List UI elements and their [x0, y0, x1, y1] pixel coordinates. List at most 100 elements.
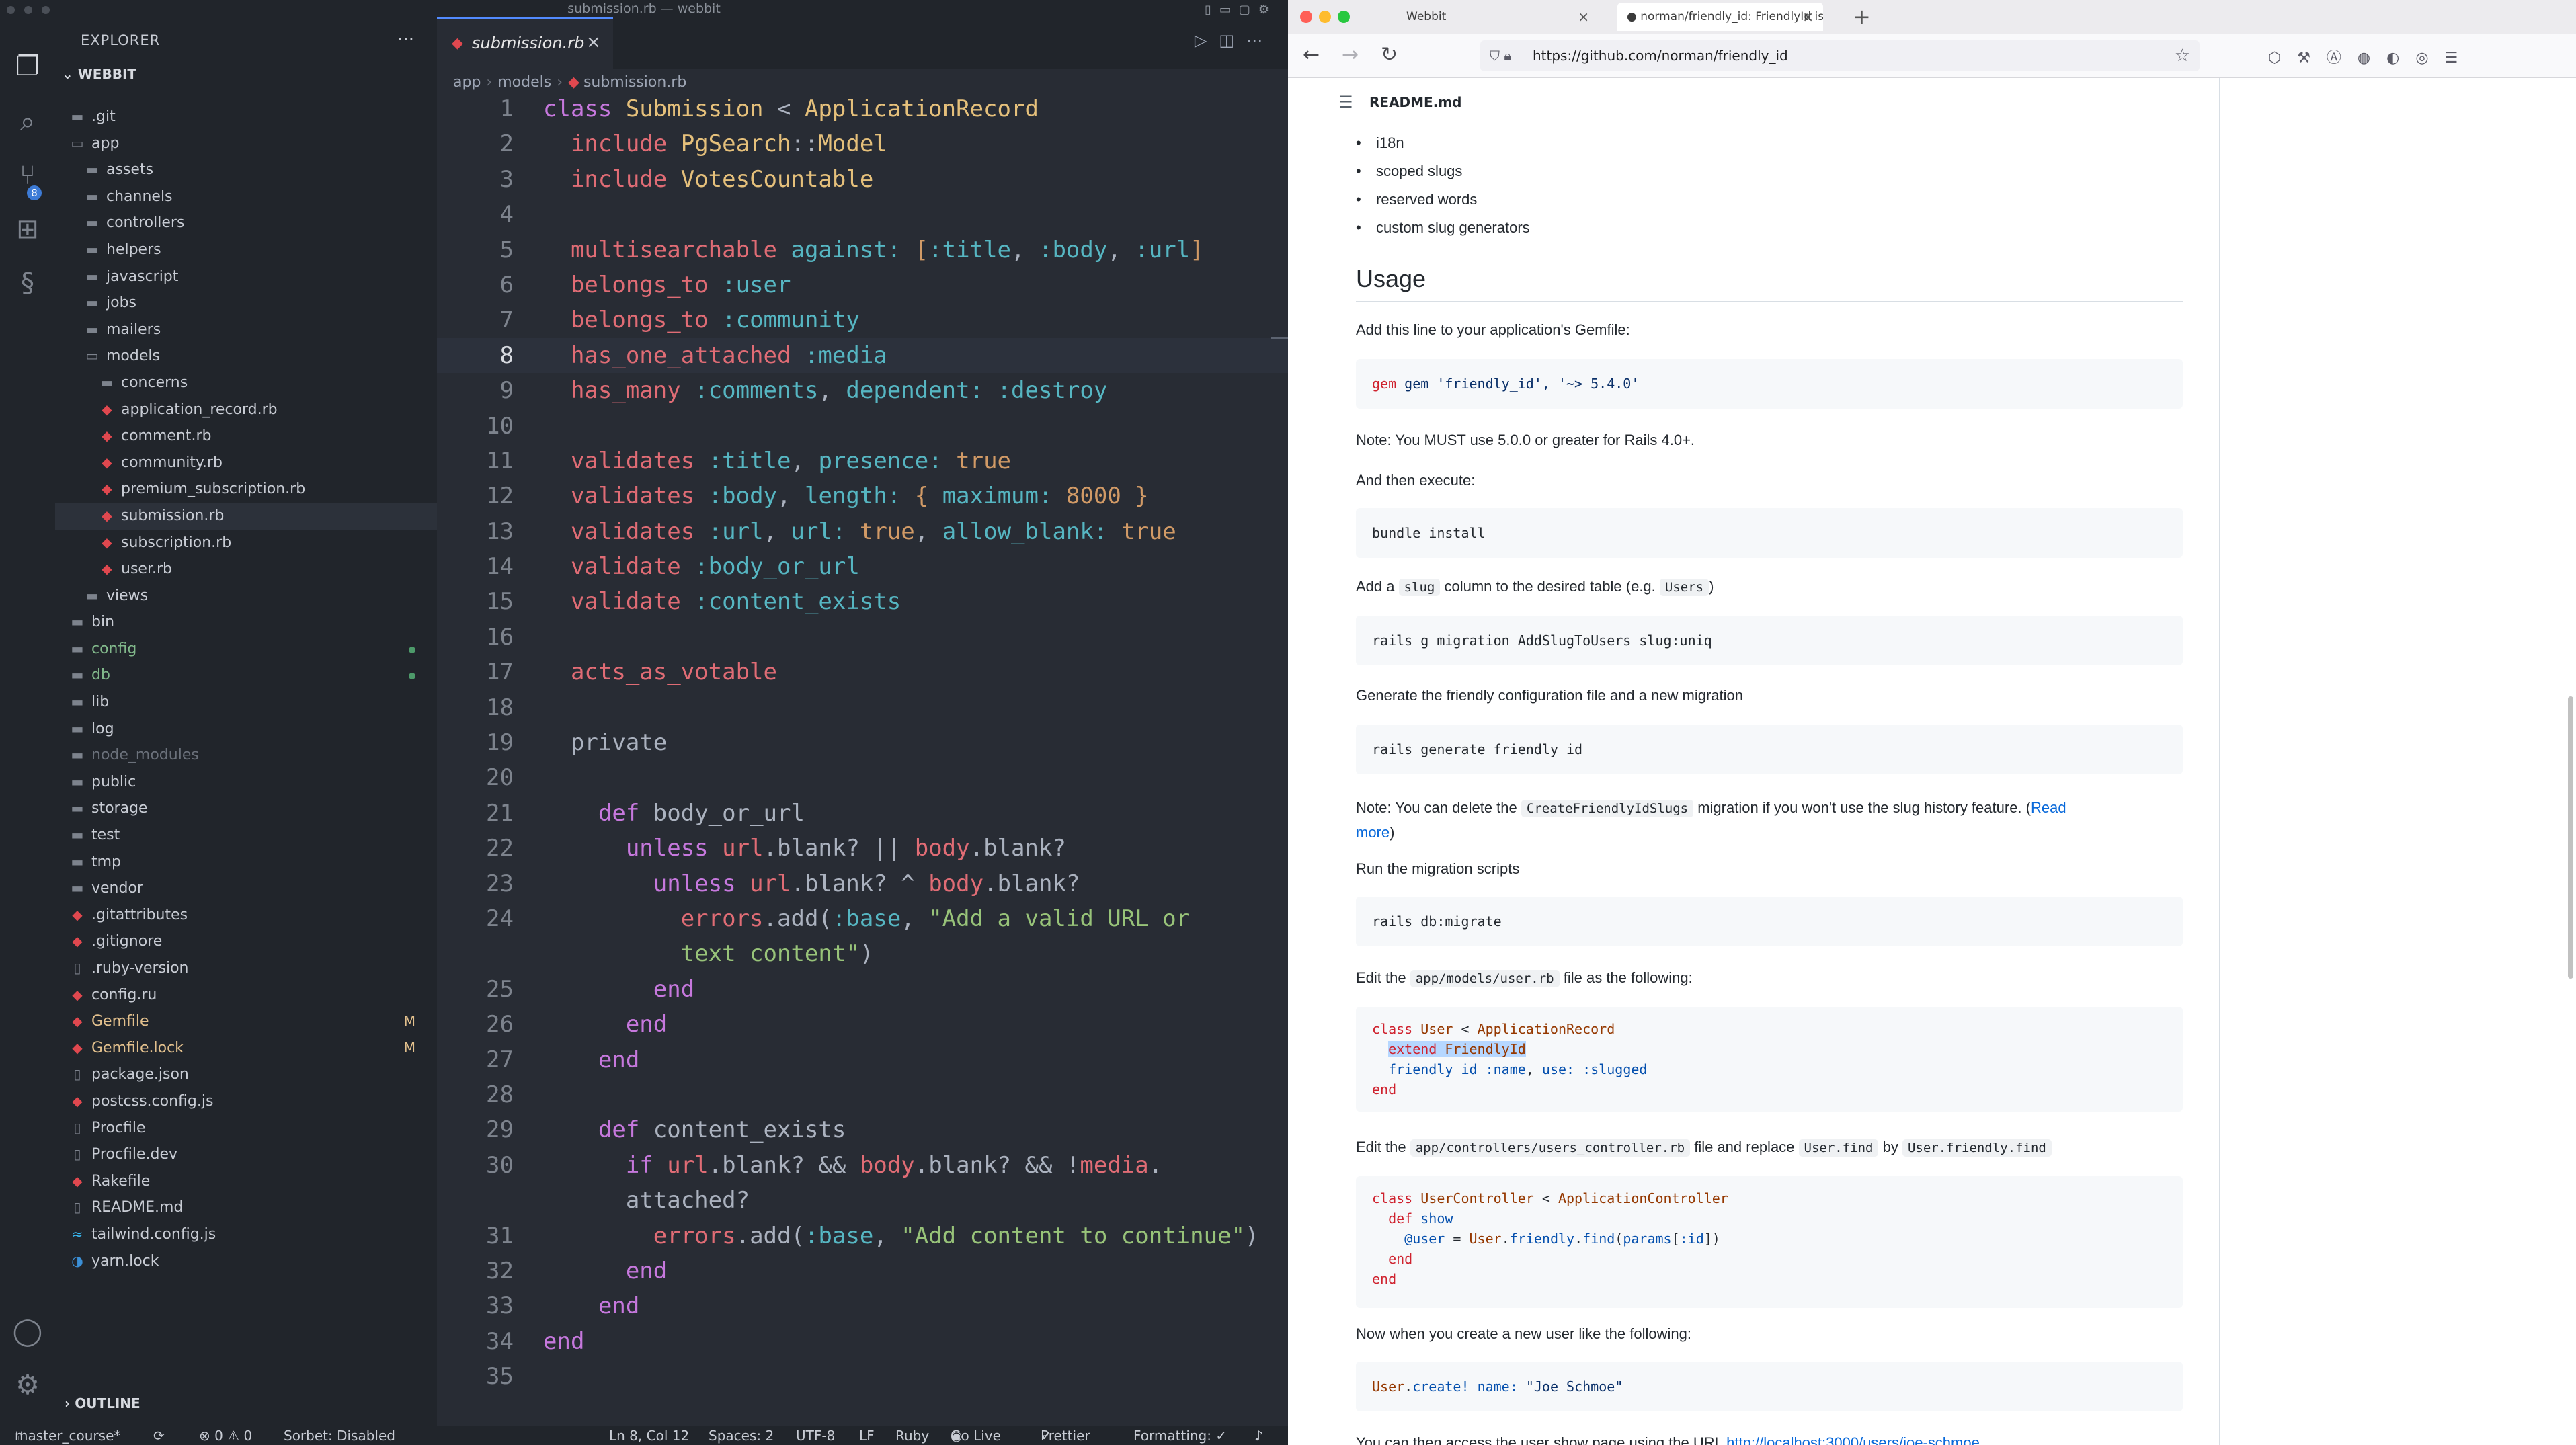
workspace-root[interactable]: ⌄ WEBBIT [62, 66, 136, 82]
tree-item[interactable]: ▬ tmp [55, 849, 437, 876]
bookmark-star-icon[interactable]: ☆ [2175, 40, 2190, 71]
code-line[interactable]: 21 def body_or_url [437, 796, 1288, 831]
code-line[interactable]: 28 [437, 1077, 1288, 1112]
tree-item[interactable]: ◆ comment.rb [55, 423, 437, 450]
close-icon[interactable]: × [1802, 3, 1814, 31]
explorer-more-button[interactable]: ··· [397, 30, 414, 50]
code-line[interactable]: 25 end [437, 972, 1288, 1007]
code-line[interactable]: 29 def content_exists [437, 1112, 1288, 1147]
outline-section[interactable]: › OUTLINE [65, 1395, 140, 1411]
tree-item[interactable]: ▬ channels [55, 183, 437, 210]
tree-item[interactable]: ◆ submission.rb [55, 502, 437, 530]
tree-item[interactable]: ▬ jobs [55, 290, 437, 317]
tree-item[interactable]: ▬ .git [55, 104, 437, 130]
tree-item[interactable]: ▬ config [55, 636, 437, 663]
code-line[interactable]: 15 validate :content_exists [437, 584, 1288, 619]
code-line[interactable]: text content") [437, 936, 1288, 971]
tree-item[interactable]: ▬ storage [55, 795, 437, 822]
code-block[interactable]: User.create! name: "Joe Schmoe" [1356, 1362, 2183, 1411]
code-line[interactable]: 4 [437, 197, 1288, 232]
settings-gear-icon[interactable]: ⚙ [11, 1368, 44, 1402]
code-block[interactable]: rails g migration AddSlugToUsers slug:un… [1356, 616, 2183, 665]
eol-status[interactable]: LF [859, 1426, 875, 1445]
tree-item[interactable]: ▬ db [55, 662, 437, 689]
code-line[interactable]: 17 acts_as_votable [437, 655, 1288, 690]
more-actions-icon[interactable]: ⋯ [1246, 31, 1275, 50]
code-line[interactable]: 10 [437, 409, 1288, 444]
tree-item[interactable]: ▬ mailers [55, 317, 437, 343]
language-status[interactable]: Ruby [895, 1426, 929, 1445]
tree-item[interactable]: ◆ subscription.rb [55, 530, 437, 556]
breadcrumb-models[interactable]: models [497, 74, 551, 91]
tree-item[interactable]: ▬ vendor [55, 875, 437, 902]
extensions-icon[interactable]: ⊞ [11, 212, 44, 246]
tree-item[interactable]: ◆ premium_subscription.rb [55, 476, 437, 503]
localhost-link[interactable]: http://localhost:3000/users/joe-schmoe [1726, 1434, 1980, 1445]
tree-item[interactable]: ◆ config.ru [55, 982, 437, 1009]
code-line[interactable]: 32 end [437, 1253, 1288, 1288]
tree-item[interactable]: ◆ Gemfile M [55, 1008, 437, 1035]
code-line[interactable]: 20 [437, 760, 1288, 795]
tree-item[interactable]: ◆ .gitignore [55, 928, 437, 955]
browser-tab-friendly-id[interactable]: ● norman/friendly_id: FriendlyId is × [1617, 3, 1823, 31]
code-line[interactable]: 3 include VotesCountable [437, 162, 1288, 197]
back-arrow-icon[interactable]: ← [1303, 43, 1320, 67]
minimize-window-dot[interactable] [1319, 11, 1331, 23]
code-line[interactable]: 5 multisearchable against: [:title, :bod… [437, 233, 1288, 267]
code-line[interactable]: 19 private [437, 725, 1288, 760]
tree-item[interactable]: ◆ postcss.config.js [55, 1088, 437, 1115]
tree-item[interactable]: ▯ Procfile.dev [55, 1141, 437, 1168]
code-line[interactable]: 22 unless url.blank? || body.blank? [437, 831, 1288, 866]
code-line[interactable]: 31 errors.add(:base, "Add content to con… [437, 1219, 1288, 1253]
code-block[interactable]: class UserController < ApplicationContro… [1356, 1176, 2183, 1308]
encoding-status[interactable]: UTF-8 [796, 1426, 835, 1445]
breadcrumb-app[interactable]: app [453, 74, 481, 91]
tree-item[interactable]: ◆ user.rb [55, 556, 437, 583]
code-line[interactable]: 8 has_one_attached :media [437, 337, 1288, 374]
tree-item[interactable]: ▯ package.json [55, 1061, 437, 1088]
explorer-icon[interactable]: ❐ [11, 50, 44, 83]
editor-actions[interactable]: ▷◫⋯ [1195, 31, 1275, 50]
code-line[interactable]: 33 end [437, 1288, 1288, 1323]
code-line[interactable]: 35 [437, 1359, 1288, 1394]
forward-arrow-icon[interactable]: → [1342, 43, 1359, 67]
tree-item[interactable]: ▬ helpers [55, 237, 437, 263]
code-line[interactable]: 26 end [437, 1007, 1288, 1042]
extension-icons[interactable]: ⬡⚒Ⓐ◍◐◎☰ [2268, 46, 2474, 67]
layout-icons[interactable]: ▯▭▢⚙ [1205, 3, 1277, 17]
code-line[interactable]: 30 if url.blank? && body.blank? && !medi… [437, 1148, 1288, 1183]
new-tab-button[interactable]: + [1853, 4, 1871, 30]
tree-item[interactable]: ▯ Procfile [55, 1115, 437, 1142]
close-window-dot[interactable] [1300, 11, 1312, 23]
tree-item[interactable]: ▬ bin [55, 609, 437, 636]
indentation-status[interactable]: Spaces: 2 [709, 1426, 774, 1445]
sorbet-icon[interactable]: § [11, 266, 44, 300]
page-scrollbar[interactable] [2568, 696, 2573, 979]
tree-item[interactable]: ◆ application_record.rb [55, 397, 437, 423]
tree-item[interactable]: ◆ Rakefile [55, 1168, 437, 1195]
tree-item[interactable]: ▬ test [55, 822, 437, 849]
tree-item[interactable]: ▯ .ruby-version [55, 955, 437, 982]
read-more-link[interactable]: more [1356, 824, 1390, 841]
tree-item[interactable]: ◆ Gemfile.lock M [55, 1035, 437, 1062]
sync-icon[interactable]: ⟳ [153, 1426, 165, 1445]
tree-item[interactable]: ▯ README.md [55, 1194, 437, 1221]
tree-item[interactable]: ▬ concerns [55, 370, 437, 397]
code-line[interactable]: 7 belongs_to :community [437, 302, 1288, 337]
tree-item[interactable]: ◑ yarn.lock [55, 1248, 437, 1275]
code-block[interactable]: rails db:migrate [1356, 897, 2183, 946]
code-line[interactable]: 34 end [437, 1324, 1288, 1359]
code-line[interactable]: 2 include PgSearch::Model [437, 126, 1288, 161]
code-line[interactable]: 6 belongs_to :user [437, 267, 1288, 302]
reload-icon[interactable]: ↻ [1381, 43, 1398, 67]
code-line[interactable]: 14 validate :body_or_url [437, 549, 1288, 584]
tree-item[interactable]: ▬ public [55, 769, 437, 796]
code-line[interactable]: attached? [437, 1183, 1288, 1218]
code-block[interactable]: class User < ApplicationRecord extend Fr… [1356, 1007, 2183, 1112]
account-icon[interactable]: ◯ [11, 1315, 44, 1348]
run-icon[interactable]: ▷ [1195, 31, 1219, 50]
code-block[interactable]: rails generate friendly_id [1356, 725, 2183, 774]
window-controls[interactable] [1300, 11, 1357, 26]
code-view[interactable]: 1 class Submission < ApplicationRecord 2 i… [437, 91, 1288, 1394]
tree-item[interactable]: ≈ tailwind.config.js [55, 1221, 437, 1248]
